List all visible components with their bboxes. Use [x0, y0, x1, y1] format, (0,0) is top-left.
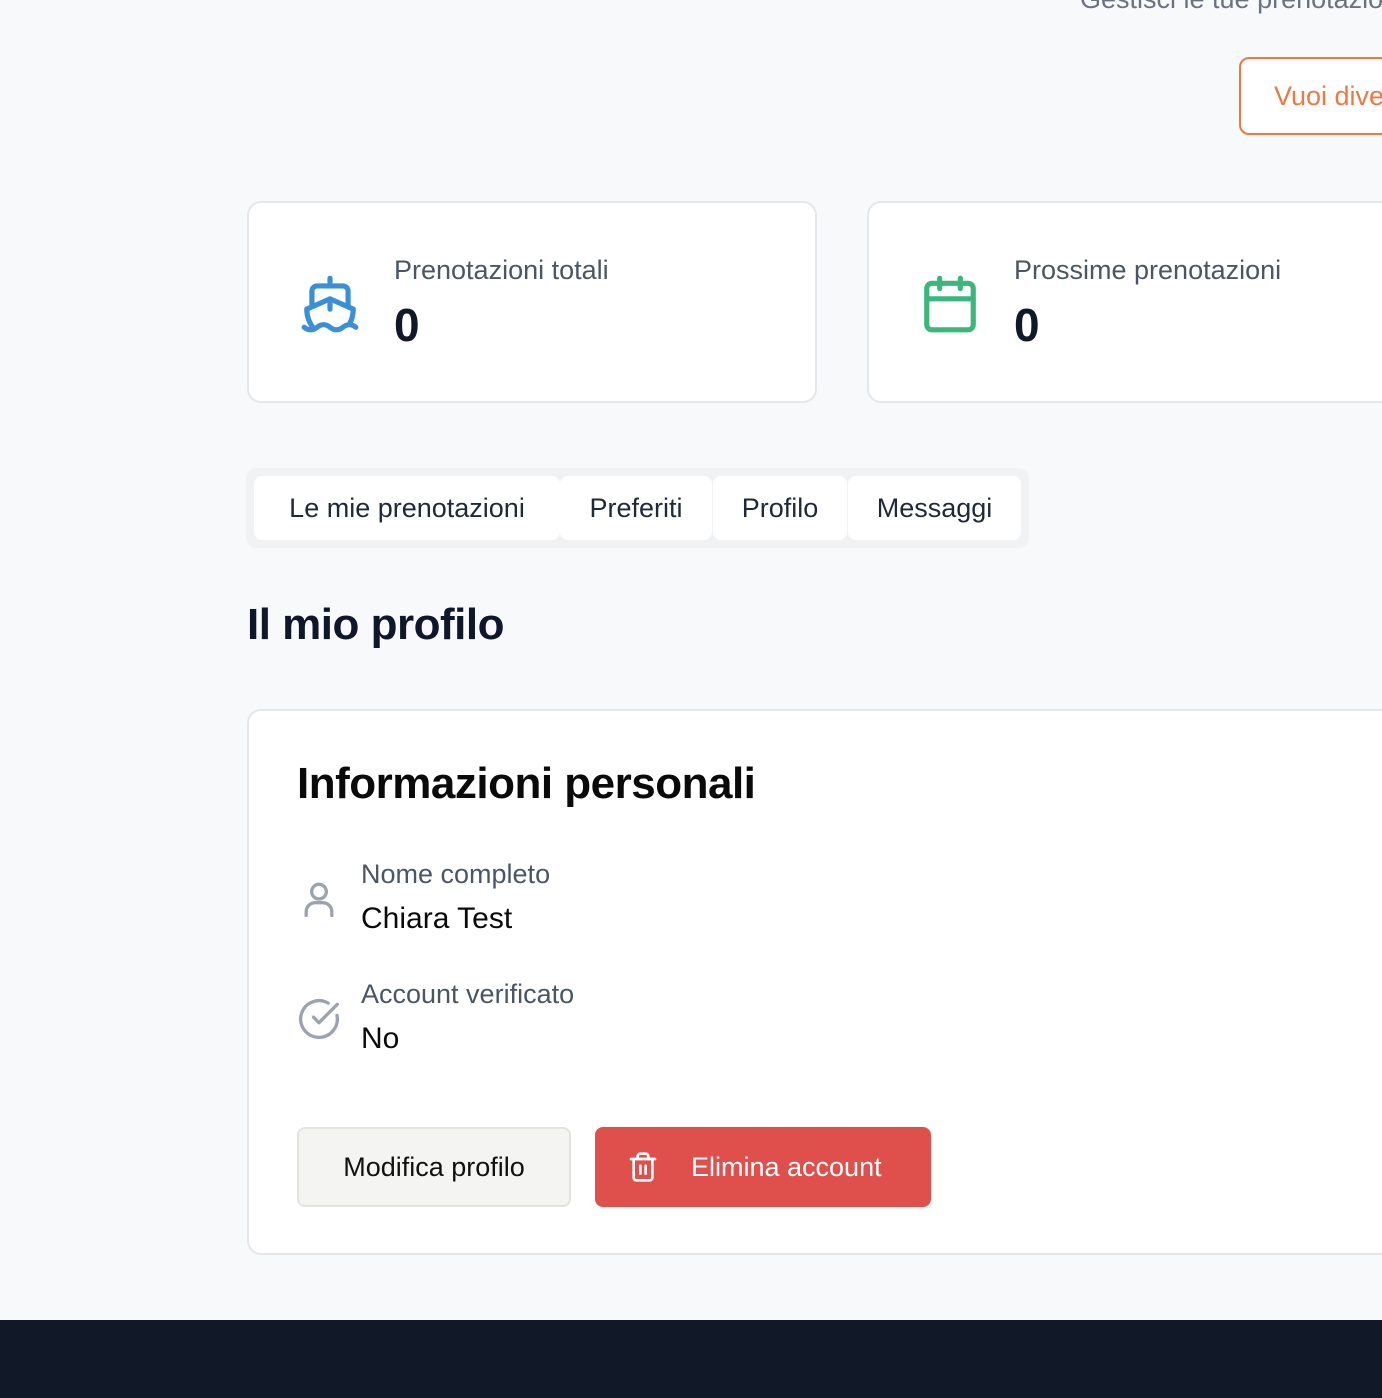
page-subtitle: Gestisci le tue prenotazioni — [1080, 0, 1382, 15]
field-value-full-name: Chiara Test — [361, 902, 513, 935]
stat-value: 0 — [1014, 299, 1040, 351]
ship-icon — [301, 275, 359, 333]
footer — [0, 1320, 1382, 1398]
delete-account-label: Elimina account — [691, 1152, 882, 1182]
become-owner-label: Vuoi diventare — [1274, 81, 1382, 111]
check-circle-icon — [299, 999, 339, 1039]
stat-card-total-bookings: Prenotazioni totali 0 — [247, 201, 817, 403]
tab-bar: Le mie prenotazioni Preferiti Profilo Me… — [246, 468, 1029, 548]
personal-info-card: Informazioni personali Nome completo Chi… — [247, 709, 1382, 1255]
field-value-verified: No — [361, 1022, 400, 1055]
stat-label: Prossime prenotazioni — [1014, 255, 1282, 285]
tab-profile[interactable]: Profilo — [713, 476, 847, 540]
stat-label: Prenotazioni totali — [394, 255, 609, 285]
card-title: Informazioni personali — [297, 759, 756, 808]
user-icon — [304, 882, 334, 918]
tab-favorites[interactable]: Preferiti — [560, 476, 712, 540]
section-title: Il mio profilo — [247, 600, 504, 649]
calendar-icon — [924, 275, 976, 333]
trash-icon — [629, 1152, 657, 1182]
field-label-verified: Account verificato — [361, 979, 575, 1009]
tab-bookings[interactable]: Le mie prenotazioni — [254, 476, 560, 540]
delete-account-button[interactable]: Elimina account — [595, 1127, 931, 1207]
become-owner-button[interactable]: Vuoi diventare — [1239, 57, 1382, 135]
stat-value: 0 — [394, 299, 420, 351]
tab-messages[interactable]: Messaggi — [848, 476, 1021, 540]
field-label-full-name: Nome completo — [361, 859, 551, 889]
stat-card-upcoming-bookings: Prossime prenotazioni 0 — [867, 201, 1382, 403]
edit-profile-button[interactable]: Modifica profilo — [297, 1127, 571, 1207]
